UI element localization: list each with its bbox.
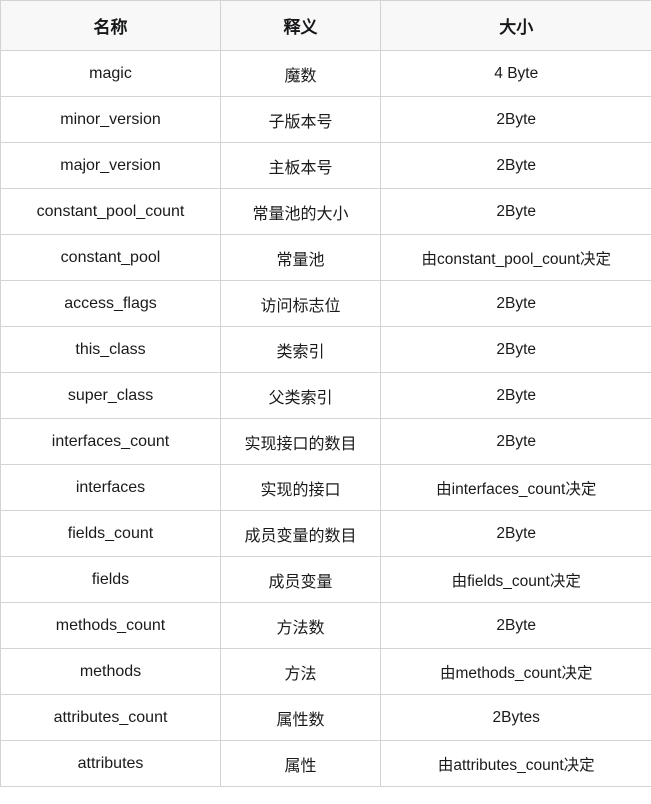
table-row: constant_pool 常量池 由constant_pool_count决定 — [0, 234, 651, 281]
class-file-structure-table: 名称 释义 大小 magic 魔数 4 Byte minor_version 子版本号 2… — [0, 0, 651, 787]
cell-name: minor_version — [0, 96, 221, 143]
cell-name: constant_pool — [0, 234, 221, 281]
cell-meaning: 类索引 — [220, 326, 381, 373]
cell-meaning: 属性数 — [220, 694, 381, 741]
cell-meaning: 方法数 — [220, 602, 381, 649]
cell-name: magic — [0, 50, 221, 97]
column-header-name: 名称 — [0, 0, 221, 51]
cell-name: fields — [0, 556, 221, 603]
cell-name: access_flags — [0, 280, 221, 327]
cell-name: constant_pool_count — [0, 188, 221, 235]
cell-size: 2Byte — [380, 280, 651, 327]
table-row: fields_count 成员变量的数目 2Byte — [0, 510, 651, 557]
cell-size: 由constant_pool_count决定 — [380, 234, 651, 281]
cell-meaning: 访问标志位 — [220, 280, 381, 327]
cell-meaning: 主板本号 — [220, 142, 381, 189]
cell-meaning: 成员变量 — [220, 556, 381, 603]
table-row: attributes 属性 由attributes_count决定 — [0, 740, 651, 787]
table-body: magic 魔数 4 Byte minor_version 子版本号 2Byte major… — [0, 50, 651, 787]
cell-name: interfaces — [0, 464, 221, 511]
table-row: access_flags 访问标志位 2Byte — [0, 280, 651, 327]
table-row: interfaces 实现的接口 由interfaces_count决定 — [0, 464, 651, 511]
cell-size: 2Byte — [380, 96, 651, 143]
cell-size: 由methods_count决定 — [380, 648, 651, 695]
table-row: methods 方法 由methods_count决定 — [0, 648, 651, 695]
cell-size: 2Bytes — [380, 694, 651, 741]
cell-meaning: 方法 — [220, 648, 381, 695]
cell-size: 由fields_count决定 — [380, 556, 651, 603]
table-row: fields 成员变量 由fields_count决定 — [0, 556, 651, 603]
cell-name: methods_count — [0, 602, 221, 649]
table-row: major_version 主板本号 2Byte — [0, 142, 651, 189]
cell-meaning: 实现接口的数目 — [220, 418, 381, 465]
cell-meaning: 属性 — [220, 740, 381, 787]
table-row: minor_version 子版本号 2Byte — [0, 96, 651, 143]
cell-meaning: 父类索引 — [220, 372, 381, 419]
table-row: constant_pool_count 常量池的大小 2Byte — [0, 188, 651, 235]
table-row: magic 魔数 4 Byte — [0, 50, 651, 97]
table-row: attributes_count 属性数 2Bytes — [0, 694, 651, 741]
table-row: methods_count 方法数 2Byte — [0, 602, 651, 649]
cell-meaning: 常量池 — [220, 234, 381, 281]
column-header-meaning: 释义 — [220, 0, 381, 51]
cell-name: interfaces_count — [0, 418, 221, 465]
cell-size: 2Byte — [380, 142, 651, 189]
cell-size: 2Byte — [380, 602, 651, 649]
cell-name: methods — [0, 648, 221, 695]
cell-meaning: 实现的接口 — [220, 464, 381, 511]
cell-meaning: 成员变量的数目 — [220, 510, 381, 557]
cell-name: attributes_count — [0, 694, 221, 741]
cell-meaning: 子版本号 — [220, 96, 381, 143]
cell-size: 由attributes_count决定 — [380, 740, 651, 787]
column-header-size: 大小 — [380, 0, 651, 51]
cell-size: 2Byte — [380, 188, 651, 235]
table-row: this_class 类索引 2Byte — [0, 326, 651, 373]
cell-name: attributes — [0, 740, 221, 787]
cell-name: major_version — [0, 142, 221, 189]
cell-size: 2Byte — [380, 418, 651, 465]
table-header: 名称 释义 大小 — [0, 0, 651, 51]
cell-size: 2Byte — [380, 510, 651, 557]
cell-size: 4 Byte — [380, 50, 651, 97]
cell-size: 2Byte — [380, 372, 651, 419]
table-row: super_class 父类索引 2Byte — [0, 372, 651, 419]
cell-meaning: 常量池的大小 — [220, 188, 381, 235]
table-row: interfaces_count 实现接口的数目 2Byte — [0, 418, 651, 465]
cell-name: this_class — [0, 326, 221, 373]
cell-meaning: 魔数 — [220, 50, 381, 97]
cell-name: super_class — [0, 372, 221, 419]
table-header-row: 名称 释义 大小 — [0, 0, 651, 51]
cell-name: fields_count — [0, 510, 221, 557]
cell-size: 由interfaces_count决定 — [380, 464, 651, 511]
cell-size: 2Byte — [380, 326, 651, 373]
